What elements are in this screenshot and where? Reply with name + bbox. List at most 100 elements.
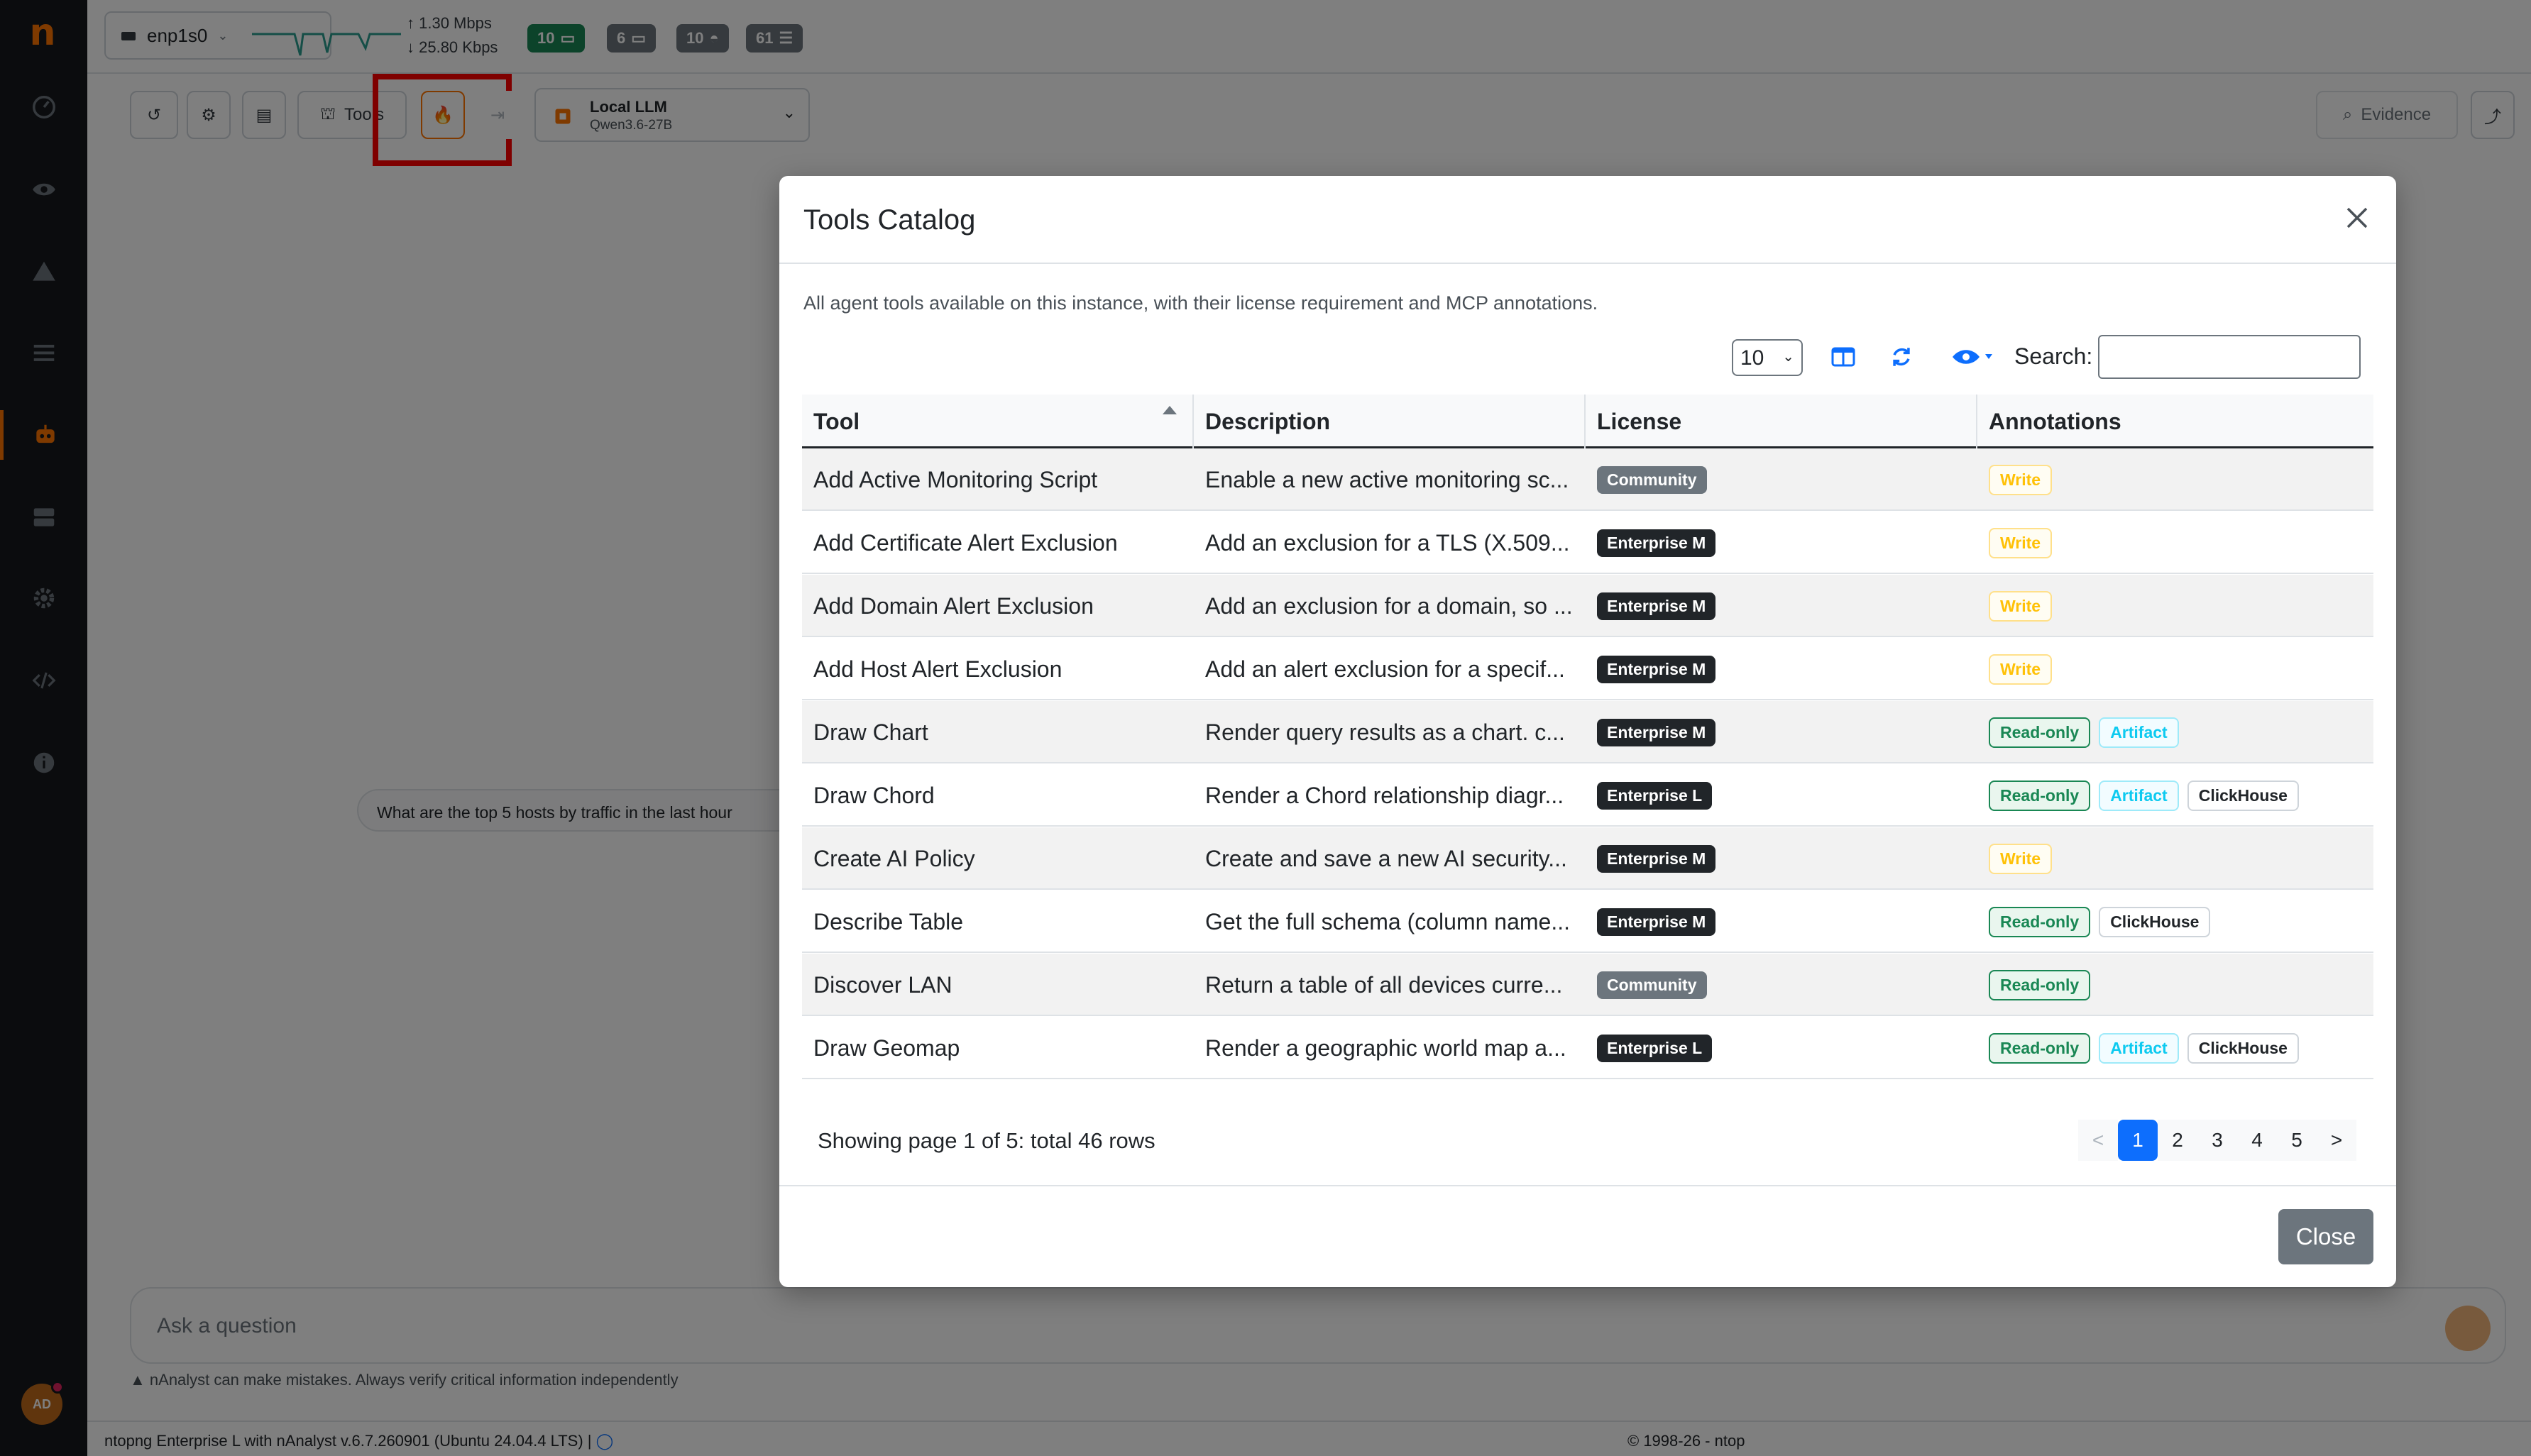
- annotation-badge: ClickHouse: [2099, 906, 2211, 937]
- annotation-badge: Write: [1989, 653, 2053, 685]
- tool-description: Render a Chord relationship diagr...: [1205, 782, 1564, 808]
- license-cell: Community: [1597, 448, 1977, 511]
- table-row[interactable]: Discover LAN Return a table of all device…: [802, 954, 2373, 1016]
- license-cell: Enterprise L: [1597, 1017, 1977, 1079]
- eye-icon[interactable]: [1949, 341, 1999, 373]
- tool-name: Create AI Policy: [813, 845, 975, 871]
- page-link[interactable]: 4: [2237, 1120, 2277, 1161]
- annotations-cell: Read-only Artifact: [1989, 701, 2372, 763]
- column-header-description[interactable]: Description: [1194, 395, 1586, 448]
- table-row[interactable]: Add Active Monitoring Script Enable a new…: [802, 448, 2373, 511]
- annotation-badge: Read-only: [1989, 969, 2091, 1000]
- tool-name: Add Host Alert Exclusion: [813, 656, 1063, 682]
- license-cell: Enterprise M: [1597, 890, 1977, 953]
- annotation-badge: Write: [1989, 527, 2053, 558]
- table-row[interactable]: Add Certificate Alert Exclusion Add an ex…: [802, 512, 2373, 574]
- table-row[interactable]: Draw Chord Render a Chord relationship di…: [802, 764, 2373, 827]
- tool-name: Add Certificate Alert Exclusion: [813, 529, 1118, 556]
- table-row[interactable]: Draw Geomap Render a geographic world map…: [802, 1017, 2373, 1079]
- tool-description: Get the full schema (column name...: [1205, 908, 1570, 934]
- modal-title: Tools Catalog: [803, 204, 976, 236]
- license-cell: Enterprise M: [1597, 575, 1977, 637]
- annotations-cell: Write: [1989, 448, 2372, 511]
- annotations-cell: Read-only ClickHouse: [1989, 890, 2372, 953]
- column-header-annotations[interactable]: Annotations: [1977, 395, 2373, 448]
- annotation-badge: ClickHouse: [2187, 780, 2299, 811]
- page-size-select[interactable]: 10 ⌄: [1732, 339, 1803, 376]
- annotation-badge: Write: [1989, 843, 2053, 874]
- page-link[interactable]: 5: [2277, 1120, 2317, 1161]
- annotation-badge: Artifact: [2099, 780, 2179, 811]
- annotation-badge: Read-only: [1989, 717, 2091, 748]
- annotation-badge: Artifact: [2099, 1032, 2179, 1064]
- table-row[interactable]: Draw Chart Render query results as a char…: [802, 701, 2373, 763]
- column-header-label: Tool: [813, 409, 860, 434]
- page-next[interactable]: >: [2317, 1120, 2356, 1161]
- license-badge: Community: [1597, 971, 1707, 999]
- sort-ascending-icon: [1163, 406, 1177, 414]
- table-row[interactable]: Create AI Policy Create and save a new AI…: [802, 827, 2373, 890]
- license-cell: Enterprise M: [1597, 512, 1977, 574]
- search-label: Search:: [2014, 343, 2093, 369]
- chevron-down-icon: ⌄: [1782, 349, 1794, 365]
- table-row[interactable]: Add Host Alert Exclusion Add an alert exc…: [802, 638, 2373, 700]
- tool-name: Add Domain Alert Exclusion: [813, 592, 1094, 619]
- annotations-cell: Write: [1989, 512, 2372, 574]
- tool-description: Enable a new active monitoring sc...: [1205, 466, 1569, 492]
- license-cell: Enterprise M: [1597, 827, 1977, 890]
- columns-icon[interactable]: [1827, 341, 1860, 373]
- annotations-cell: Read-only Artifact ClickHouse: [1989, 1017, 2372, 1079]
- annotation-badge: Read-only: [1989, 906, 2091, 937]
- tool-name: Discover LAN: [813, 971, 952, 998]
- license-badge: Enterprise M: [1597, 718, 1716, 746]
- page-link[interactable]: 2: [2158, 1120, 2197, 1161]
- close-icon[interactable]: [2339, 200, 2375, 236]
- tool-description: Render a geographic world map a...: [1205, 1035, 1566, 1061]
- annotation-badge: Artifact: [2099, 717, 2179, 748]
- column-header-license[interactable]: License: [1586, 395, 1977, 448]
- license-badge: Enterprise M: [1597, 908, 1716, 936]
- tool-description: Add an alert exclusion for a specif...: [1205, 656, 1565, 682]
- annotation-badge: Read-only: [1989, 780, 2091, 811]
- tool-description: Return a table of all devices curre...: [1205, 971, 1563, 998]
- table-header: Tool Description License Annotations: [802, 395, 2373, 448]
- license-badge: Enterprise M: [1597, 592, 1716, 620]
- page-link[interactable]: 1: [2118, 1120, 2158, 1161]
- license-cell: Enterprise M: [1597, 638, 1977, 700]
- annotation-badge: Write: [1989, 464, 2053, 495]
- annotations-cell: Write: [1989, 575, 2372, 637]
- annotations-cell: Write: [1989, 638, 2372, 700]
- license-badge: Enterprise M: [1597, 844, 1716, 873]
- license-badge: Community: [1597, 465, 1707, 494]
- annotation-badge: Write: [1989, 590, 2053, 622]
- tool-description: Create and save a new AI security...: [1205, 845, 1567, 871]
- tool-name: Draw Chart: [813, 719, 928, 745]
- tool-name: Draw Geomap: [813, 1035, 960, 1061]
- close-button[interactable]: Close: [2278, 1209, 2373, 1264]
- license-badge: Enterprise L: [1597, 1034, 1713, 1062]
- refresh-icon[interactable]: [1885, 341, 1918, 373]
- modal-description: All agent tools available on this instan…: [803, 292, 1598, 314]
- page-link[interactable]: 3: [2197, 1120, 2237, 1161]
- modal-header: Tools Catalog: [779, 176, 2396, 264]
- table-row[interactable]: Add Domain Alert Exclusion Add an exclusi…: [802, 575, 2373, 637]
- table-row[interactable]: Describe Table Get the full schema (colum…: [802, 890, 2373, 953]
- pagination: <1 2 3 4 5 >: [2078, 1120, 2356, 1161]
- column-header-tool[interactable]: Tool: [802, 395, 1194, 448]
- annotations-cell: Write: [1989, 827, 2372, 890]
- search-input[interactable]: [2098, 335, 2361, 379]
- license-cell: Enterprise L: [1597, 764, 1977, 827]
- license-badge: Enterprise M: [1597, 529, 1716, 557]
- modal-footer: Close: [779, 1185, 2396, 1287]
- pagination-info: Showing page 1 of 5: total 46 rows: [818, 1128, 1155, 1153]
- tool-name: Draw Chord: [813, 782, 935, 808]
- tool-description: Add an exclusion for a domain, so ...: [1205, 592, 1573, 619]
- page-prev[interactable]: <: [2078, 1120, 2118, 1161]
- tool-name: Add Active Monitoring Script: [813, 466, 1098, 492]
- tool-description: Add an exclusion for a TLS (X.509...: [1205, 529, 1570, 556]
- annotation-badge: Read-only: [1989, 1032, 2091, 1064]
- license-cell: Enterprise M: [1597, 701, 1977, 763]
- tools-catalog-modal: Tools Catalog All agent tools available …: [779, 176, 2396, 1287]
- license-badge: Enterprise L: [1597, 781, 1713, 810]
- license-badge: Enterprise M: [1597, 655, 1716, 683]
